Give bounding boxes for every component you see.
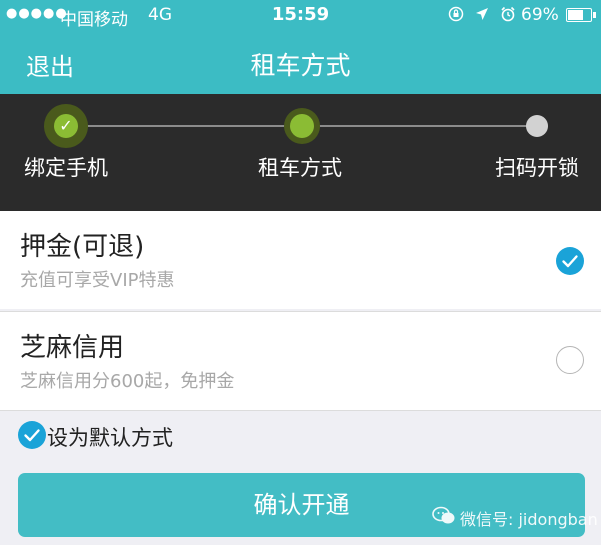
- location-arrow-icon: [476, 8, 489, 20]
- step-3-indicator: [526, 115, 548, 137]
- checkmark-icon: ✓: [54, 114, 78, 138]
- option-subtitle: 芝麻信用分600起，免押金: [20, 371, 235, 392]
- wechat-logo-icon: [432, 506, 455, 524]
- step-3-label: 扫码开锁: [495, 156, 579, 180]
- watermark-text: 微信号: jidongban: [460, 510, 598, 529]
- battery-percent: 69%: [521, 5, 559, 25]
- progress-stepper: ✓ 绑定手机 租车方式 扫码开锁: [0, 94, 601, 211]
- step-2-indicator: [284, 108, 320, 144]
- status-bar: ●●●●● 中国移动 4G 15:59 69%: [0, 0, 601, 30]
- battery-icon: [566, 8, 596, 22]
- step-1-indicator: ✓: [44, 104, 88, 148]
- default-label: 设为默认方式: [47, 426, 173, 450]
- top-bar: ●●●●● 中国移动 4G 15:59 69% 退出 租车方式: [0, 0, 601, 94]
- option-title: 押金(可退): [20, 232, 145, 262]
- default-check-icon[interactable]: [18, 421, 46, 449]
- option-title: 芝麻信用: [20, 333, 125, 363]
- lock-rotation-icon: [448, 6, 464, 22]
- wechat-watermark: 微信号: jidongban: [432, 502, 598, 532]
- page-title: 租车方式: [250, 51, 351, 80]
- option-sesame-credit[interactable]: 芝麻信用 芝麻信用分600起，免押金: [0, 311, 601, 411]
- battery-level-fill: [568, 10, 583, 20]
- selected-check-icon[interactable]: [556, 247, 584, 275]
- option-deposit[interactable]: 押金(可退) 充值可享受VIP特惠: [0, 211, 601, 309]
- option-subtitle: 充值可享受VIP特惠: [20, 270, 175, 291]
- step-2-label: 租车方式: [258, 156, 342, 180]
- status-icons: [448, 5, 516, 24]
- alarm-icon: [501, 6, 515, 22]
- step-1-label: 绑定手机: [24, 156, 108, 180]
- unselected-radio-icon[interactable]: [556, 346, 584, 374]
